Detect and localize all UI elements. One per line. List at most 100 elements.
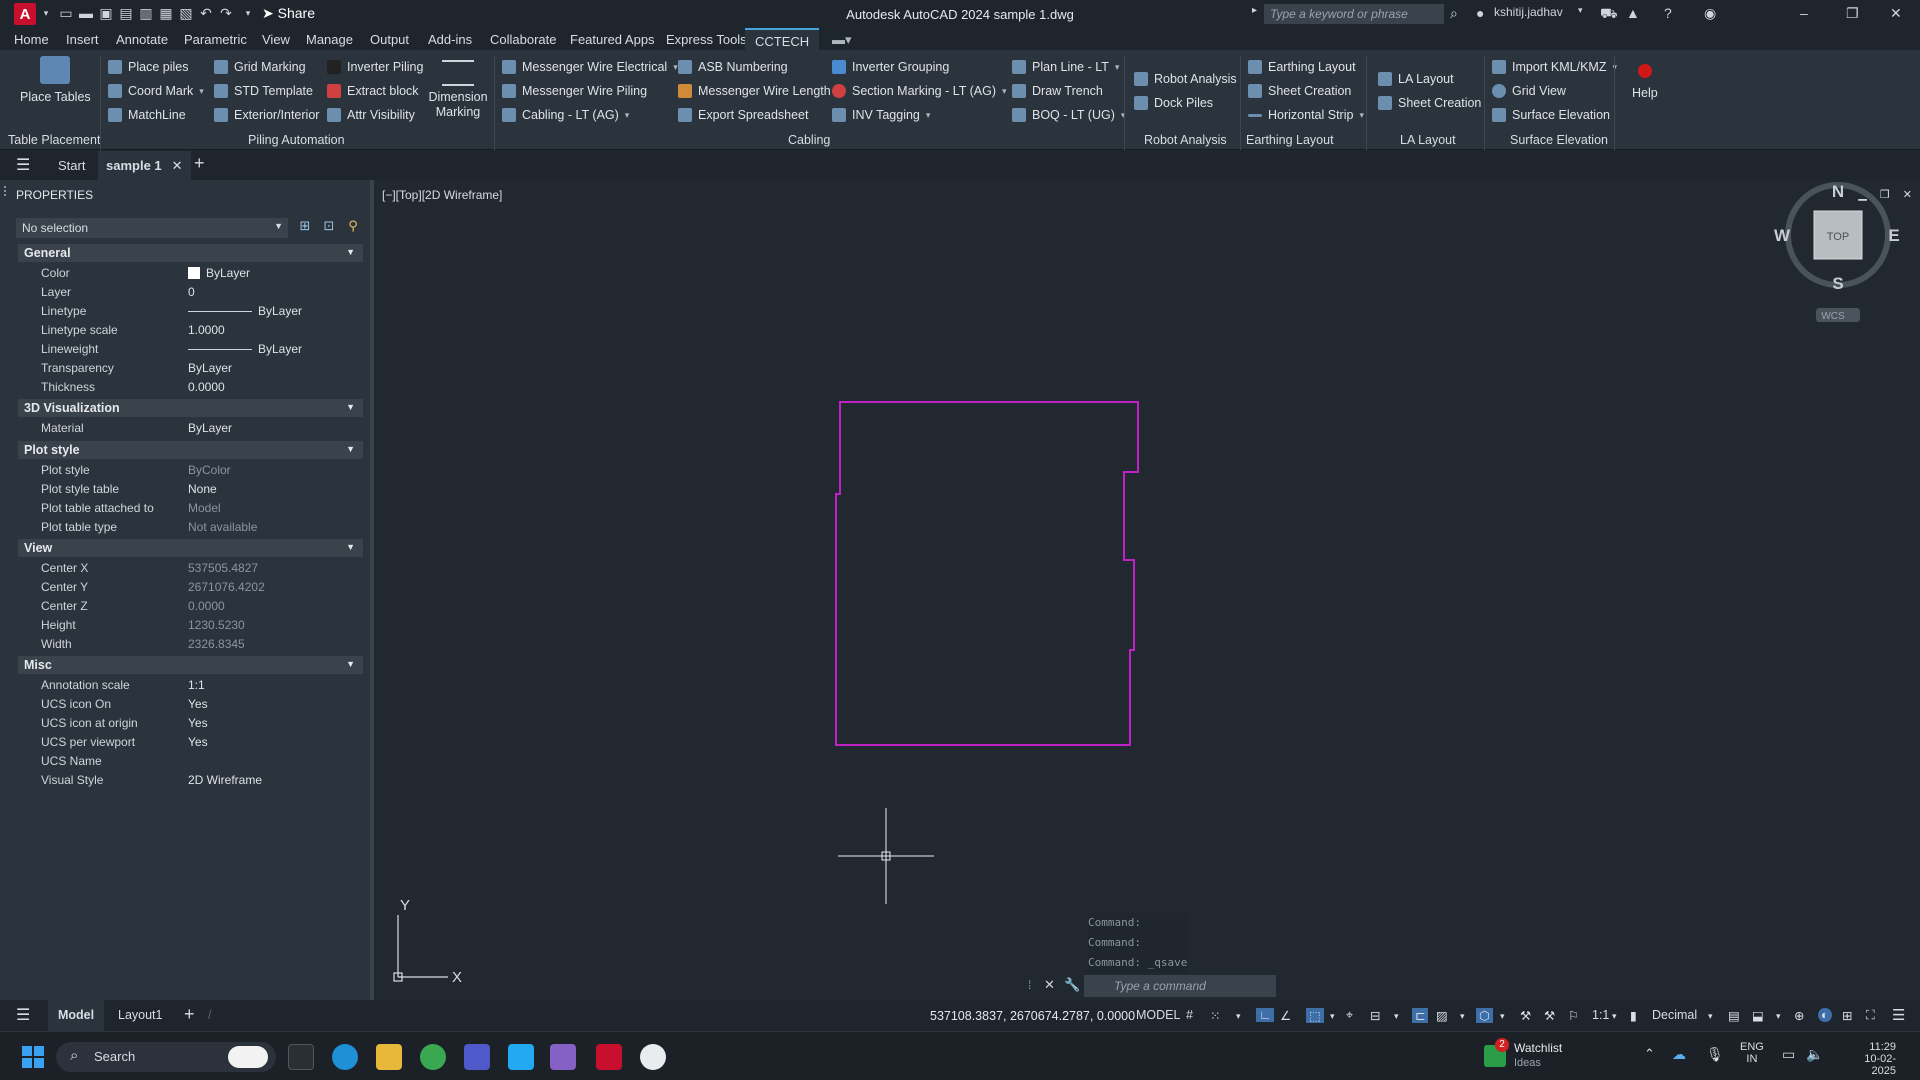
search-expand-icon[interactable]: ▸ — [1252, 5, 1257, 16]
selection-dropdown[interactable]: No selection ▼ — [16, 218, 288, 238]
tab-collaborate[interactable]: Collaborate — [490, 32, 557, 47]
new-file-icon[interactable]: ▭ — [58, 5, 74, 21]
messenger-wire-electrical-button[interactable]: Messenger Wire Electrical ▾ — [502, 60, 678, 74]
autodesk-app-icon[interactable]: ▲ — [1626, 5, 1640, 21]
site-boundary-polyline[interactable] — [835, 401, 1139, 746]
prop-row-ucs-icon-on[interactable]: UCS icon On Yes — [18, 694, 363, 713]
save-as-icon[interactable]: ▤ — [118, 5, 134, 21]
prop-row-center-y[interactable]: Center Y 2671076.4202 — [18, 577, 363, 596]
tab-annotate[interactable]: Annotate — [116, 32, 168, 47]
plan-line-button[interactable]: Plan Line - LT ▾ — [1012, 60, 1119, 74]
import-kml-button[interactable]: Import KML/KMZ▾ — [1492, 60, 1617, 74]
autoscale-icon[interactable]: ⚒ — [1544, 1008, 1555, 1023]
boq-button[interactable]: BOQ - LT (UG)▾ — [1012, 108, 1125, 122]
new-tab-icon[interactable]: + — [194, 153, 205, 174]
quick-select-icon[interactable]: ⚲ — [344, 218, 362, 236]
draw-trench-button[interactable]: Draw Trench — [1012, 84, 1103, 98]
user-chevron-icon[interactable]: ▾ — [1578, 5, 1583, 16]
network-icon[interactable]: ▭ — [1782, 1046, 1795, 1063]
drawing-viewport[interactable]: [−][Top][2D Wireframe] ▁ ❐ ✕ Y X TOP N S — [378, 180, 1920, 1000]
annotation-scale-value[interactable]: 1:1 — [1592, 1008, 1609, 1022]
publish-icon[interactable]: ▥ — [138, 5, 154, 21]
prop-row-height[interactable]: Height 1230.5230 — [18, 615, 363, 634]
object-snap-icon[interactable]: ⊟ — [1370, 1008, 1380, 1023]
units-value[interactable]: Decimal — [1652, 1008, 1697, 1022]
plot-icon[interactable]: ▦ — [158, 5, 174, 21]
prop-row-plot-style-table[interactable]: Plot style table None — [18, 479, 363, 498]
lineweight-toggle-icon[interactable]: ⊏ — [1412, 1008, 1429, 1023]
section-marking-button[interactable]: Section Marking - LT (AG) ▾ — [832, 84, 1007, 98]
export-spreadsheet-button[interactable]: Export Spreadsheet — [678, 108, 809, 122]
la-layout-button[interactable]: LA Layout — [1378, 72, 1454, 86]
object-snap-dropdown-icon[interactable]: ▾ — [1394, 1011, 1399, 1022]
volume-icon[interactable]: 🔈 — [1806, 1046, 1823, 1063]
teams-icon[interactable] — [464, 1044, 490, 1070]
clock[interactable]: 11:29 10-02-2025 — [1848, 1041, 1896, 1077]
prop-row-transparency[interactable]: Transparency ByLayer — [18, 358, 363, 377]
command-input[interactable]: Type a command — [1084, 975, 1276, 997]
graphics-performance-icon[interactable]: ⊞ — [1842, 1008, 1852, 1023]
horizontal-strip-button[interactable]: Horizontal Strip ▾ — [1248, 108, 1364, 122]
autocad-logo-icon[interactable]: A — [14, 3, 36, 25]
watchlist-label[interactable]: Watchlist — [1514, 1041, 1562, 1055]
compass-w[interactable]: W — [1774, 226, 1791, 245]
toggle-pickadd-icon[interactable]: ⊞ — [296, 218, 314, 236]
prop-row-ucs-name[interactable]: UCS Name — [18, 751, 363, 770]
matchline-button[interactable]: MatchLine — [108, 108, 186, 122]
isodraft-icon[interactable]: ⬚ — [1306, 1008, 1324, 1023]
tab-sample-1[interactable]: sample 1 ✕ — [98, 151, 191, 180]
app-menu-chevron-icon[interactable]: ▾ — [38, 5, 54, 21]
selection-cycling-dropdown-icon[interactable]: ▾ — [1500, 1011, 1505, 1022]
prop-row-linetype[interactable]: Linetype ByLayer — [18, 301, 363, 320]
hamburger-menu-icon[interactable]: ☰ — [16, 155, 30, 175]
inverter-grouping-button[interactable]: Inverter Grouping — [832, 60, 949, 74]
transparency-toggle-icon[interactable]: ▨ — [1436, 1008, 1448, 1023]
help-search-input[interactable]: Type a keyword or phrase — [1264, 4, 1444, 24]
messenger-wire-length-button[interactable]: Messenger Wire Length — [678, 84, 831, 98]
group-view[interactable]: View ▼ — [18, 539, 363, 557]
inv-tagging-button[interactable]: INV Tagging ▾ — [832, 108, 930, 122]
edge-browser-icon[interactable] — [332, 1044, 358, 1070]
quick-properties-icon[interactable]: ▤ — [1728, 1008, 1740, 1023]
tab-model[interactable]: Model — [48, 1000, 105, 1031]
prop-row-plot-table-attached[interactable]: Plot table attached to Model — [18, 498, 363, 517]
cabling-lt-button[interactable]: Cabling - LT (AG) ▾ — [502, 108, 629, 122]
prop-row-center-z[interactable]: Center Z 0.0000 — [18, 596, 363, 615]
user-icon[interactable]: ● — [1476, 5, 1484, 21]
group-misc[interactable]: Misc ▼ — [18, 656, 363, 674]
units-dropdown-icon[interactable]: ▾ — [1708, 1011, 1713, 1022]
prop-row-visual-style[interactable]: Visual Style 2D Wireframe — [18, 770, 363, 789]
coord-mark-button[interactable]: Coord Mark ▾ — [108, 84, 204, 98]
hardware-dropdown-icon[interactable]: ▾ — [1776, 1011, 1781, 1022]
prop-row-center-x[interactable]: Center X 537505.4827 — [18, 558, 363, 577]
command-line-grip-icon[interactable]: ⁞ — [1028, 978, 1031, 992]
tab-manage[interactable]: Manage — [306, 32, 353, 47]
grid-marking-button[interactable]: Grid Marking — [214, 60, 306, 74]
prop-row-width[interactable]: Width 2326.8345 — [18, 634, 363, 653]
task-view-icon[interactable] — [288, 1044, 314, 1070]
select-objects-icon[interactable]: ⊡ — [320, 218, 338, 236]
help-button[interactable]: Help — [1632, 64, 1658, 100]
compass-s[interactable]: S — [1832, 274, 1843, 293]
earthing-layout-button[interactable]: Earthing Layout — [1248, 60, 1356, 74]
prop-row-plot-style[interactable]: Plot style ByColor — [18, 460, 363, 479]
redo-icon[interactable]: ↷ — [218, 5, 234, 21]
command-close-icon[interactable]: ✕ — [1044, 977, 1055, 993]
clean-screen-toggle-icon[interactable]: ◐ — [1818, 1008, 1832, 1022]
group-general[interactable]: General ▼ — [18, 244, 363, 262]
annotation-visibility-icon[interactable]: ⚒ — [1520, 1008, 1531, 1023]
onedrive-icon[interactable]: ☁ — [1672, 1046, 1686, 1063]
place-tables-button[interactable]: Place Tables — [20, 56, 91, 104]
surface-elevation-button[interactable]: Surface Elevation — [1492, 108, 1610, 122]
windows-start-icon[interactable] — [22, 1046, 44, 1068]
cloud-status-icon[interactable]: ◉ — [1704, 5, 1716, 22]
command-customize-icon[interactable]: 🔧 — [1064, 977, 1080, 993]
prop-row-color[interactable]: Color ByLayer — [18, 263, 363, 282]
dimension-marking-button[interactable]: Dimension Marking — [428, 60, 488, 120]
model-space-toggle[interactable]: MODEL — [1136, 1008, 1180, 1022]
grid-toggle-icon[interactable]: # — [1186, 1008, 1193, 1022]
tab-featured-apps[interactable]: Featured Apps — [570, 32, 655, 47]
annotation-scale-icon[interactable]: ⚐ — [1568, 1008, 1579, 1023]
user-name[interactable]: kshitij.jadhav — [1494, 5, 1563, 19]
compass-n[interactable]: N — [1832, 182, 1844, 201]
